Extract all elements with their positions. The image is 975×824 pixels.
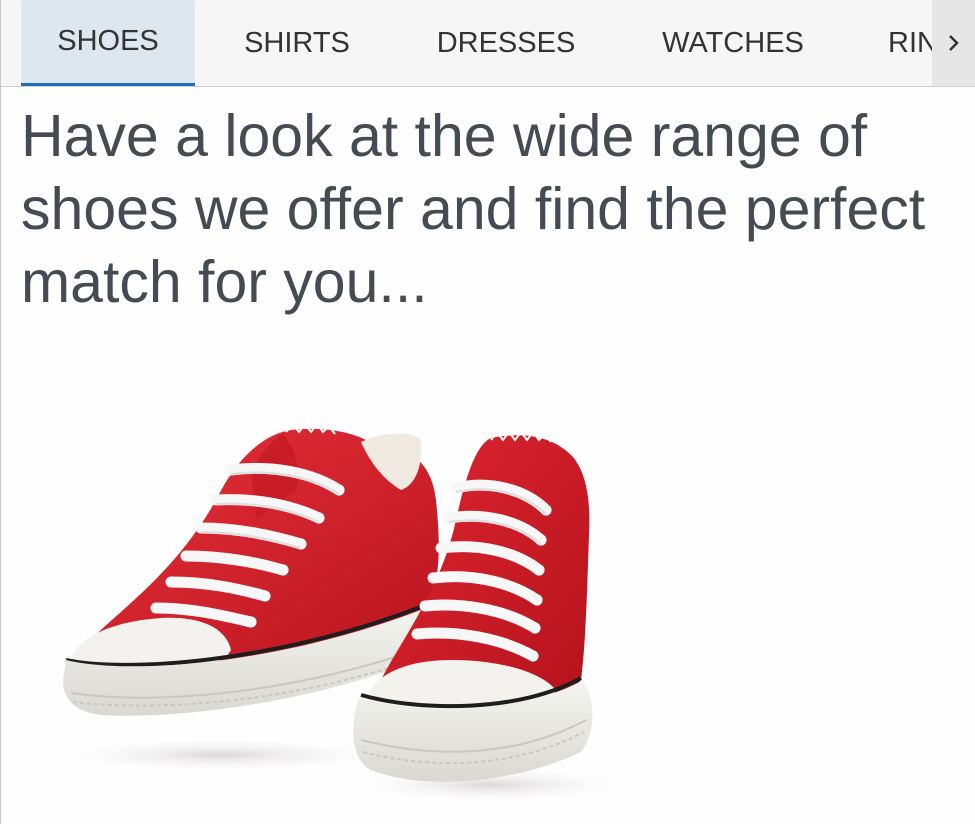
tab-label: WATCHES — [662, 26, 804, 59]
tab-scroll-right-button[interactable] — [932, 0, 975, 86]
tab-watches[interactable]: WATCHES — [631, 0, 835, 86]
sneakers-illustration — [41, 422, 641, 803]
chevron-right-icon — [949, 35, 959, 51]
tab-label: RIN — [888, 26, 932, 59]
tab-rings[interactable]: RIN — [856, 0, 932, 86]
tab-shirts[interactable]: SHIRTS — [215, 0, 379, 86]
tab-label: SHOES — [57, 25, 159, 57]
tab-label: DRESSES — [436, 26, 576, 59]
left-shoe — [63, 422, 439, 716]
tab-shoes[interactable]: SHOES — [21, 0, 195, 86]
tab-bar: SHOES SHIRTS DRESSES WATCHES RIN — [1, 0, 975, 87]
product-image — [21, 360, 661, 824]
page-headline: Have a look at the wide range of shoes w… — [21, 103, 926, 315]
tab-label: SHIRTS — [244, 26, 350, 59]
app-frame: SHOES SHIRTS DRESSES WATCHES RIN Have a … — [0, 0, 975, 824]
tab-dresses[interactable]: DRESSES — [401, 0, 611, 86]
